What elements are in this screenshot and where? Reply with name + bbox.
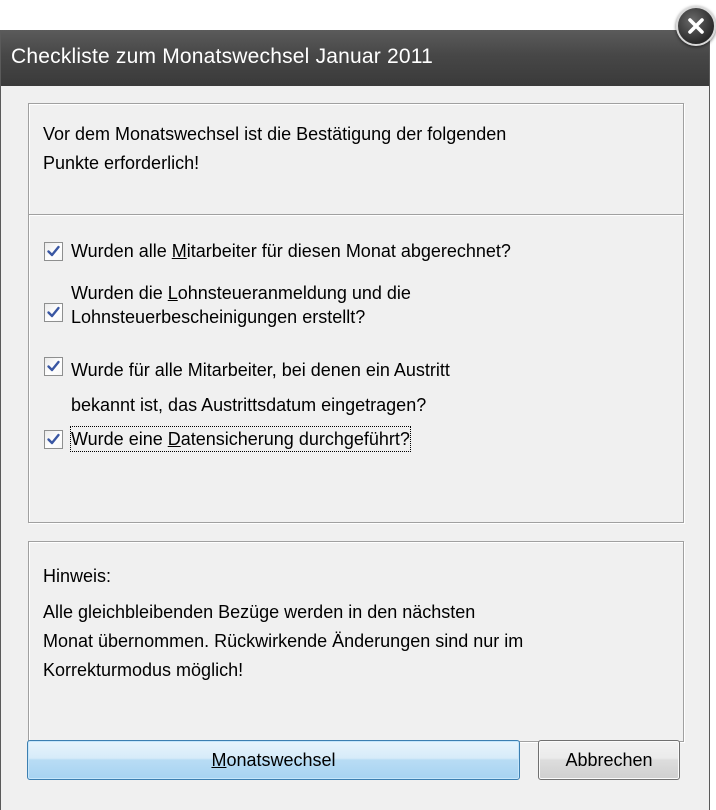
monatswechsel-button[interactable]: Monatswechsel <box>27 740 520 780</box>
checkbox-label-datensicherung-durchgefuehrt[interactable]: Wurde eine Datensicherung durchgeführt? <box>70 426 411 452</box>
checkmark-icon <box>47 433 60 445</box>
hint-line-1: Alle gleichbleibenden Bezüge werden in d… <box>43 602 476 622</box>
title-bar[interactable]: Checkliste zum Monatswechsel Januar 2011 <box>1 30 709 86</box>
checkbox-datensicherung-durchgefuehrt[interactable] <box>44 430 63 449</box>
checklist-group: Wurden alle Mitarbeiter für diesen Monat… <box>28 214 684 523</box>
cancel-button[interactable]: Abbrechen <box>538 740 680 780</box>
hint-line-2: Monat übernommen. Rückwirkende Änderunge… <box>43 631 524 651</box>
checkbox-lohnsteuer-erstellt[interactable] <box>44 303 63 322</box>
close-button[interactable] <box>676 6 716 46</box>
checkbox-label-mitarbeiter-abgerechnet[interactable]: Wurden alle Mitarbeiter für diesen Monat… <box>71 238 511 265</box>
hint-line-3: Korrekturmodus möglich! <box>43 660 244 680</box>
checkmark-icon <box>47 245 60 257</box>
intro-line-2: Punkte erforderlich! <box>43 153 200 173</box>
checkbox-austrittsdatum-eingetragen[interactable] <box>44 357 63 376</box>
checkmark-icon <box>47 306 60 318</box>
checkmark-icon <box>47 360 60 372</box>
close-icon <box>688 18 704 34</box>
intro-line-1: Vor dem Monatswechsel ist die Bestätigun… <box>43 124 507 144</box>
window-title: Checkliste zum Monatswechsel Januar 2011 <box>11 45 433 68</box>
hint-heading: Hinweis: <box>43 566 112 586</box>
checkbox-mitarbeiter-abgerechnet[interactable] <box>44 242 63 261</box>
intro-group: Vor dem Monatswechsel ist die Bestätigun… <box>28 103 684 217</box>
checkbox-label-lohnsteuer-erstellt[interactable]: Wurden die Lohnsteueranmeldung und die L… <box>71 281 411 329</box>
checklist-dialog: Checkliste zum Monatswechsel Januar 2011… <box>0 30 710 810</box>
hint-group: Hinweis: Alle gleichbleibenden Bezüge we… <box>28 541 684 742</box>
checkbox-label-austrittsdatum-eingetragen[interactable]: Wurde für alle Mitarbeiter, bei denen ei… <box>71 353 450 423</box>
